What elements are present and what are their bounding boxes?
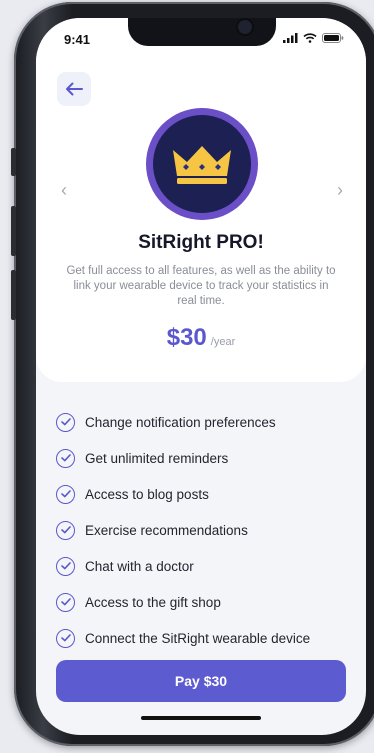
previous-plan-chevron-icon[interactable]: ‹ bbox=[61, 180, 67, 201]
signal-icon bbox=[283, 33, 298, 43]
feature-item: Change notification preferences bbox=[56, 404, 356, 440]
feature-item: Access to the gift shop bbox=[56, 584, 356, 620]
feature-item: Exercise recommendations bbox=[56, 512, 356, 548]
pay-button[interactable]: Pay $30 bbox=[56, 660, 346, 702]
price-row: $30 /year bbox=[36, 324, 366, 352]
home-indicator bbox=[141, 716, 261, 720]
plan-description: Get full access to all features, as well… bbox=[66, 265, 336, 307]
feature-label: Chat with a doctor bbox=[85, 558, 194, 574]
feature-item: Chat with a doctor bbox=[56, 548, 356, 584]
check-circle-icon bbox=[56, 592, 75, 612]
feature-item: Get unlimited reminders bbox=[56, 440, 356, 476]
feature-label: Access to the gift shop bbox=[85, 594, 221, 610]
feature-item: Connect the SitRight wearable device bbox=[56, 620, 356, 656]
feature-label: Exercise recommendations bbox=[85, 522, 248, 538]
status-icons bbox=[283, 33, 344, 43]
check-circle-icon bbox=[56, 520, 75, 540]
crown-icon bbox=[173, 146, 231, 184]
feature-label: Change notification preferences bbox=[85, 414, 276, 430]
check-circle-icon bbox=[56, 412, 75, 432]
arrow-left-icon bbox=[66, 82, 83, 96]
check-circle-icon bbox=[56, 556, 75, 576]
feature-label: Access to blog posts bbox=[85, 486, 209, 502]
check-circle-icon bbox=[56, 484, 75, 504]
status-time: 9:41 bbox=[64, 32, 91, 47]
feature-item: Access to blog posts bbox=[56, 476, 356, 512]
battery-icon bbox=[322, 33, 344, 43]
price: $30 bbox=[166, 324, 207, 351]
plan-title: SitRight PRO! bbox=[138, 232, 264, 253]
check-circle-icon bbox=[56, 628, 75, 648]
side-button bbox=[11, 148, 16, 176]
notch bbox=[128, 18, 276, 46]
screen: 9:41 ‹ › SitRight PRO! Get full access t… bbox=[36, 18, 366, 735]
feature-label: Get unlimited reminders bbox=[85, 450, 229, 466]
price-period: /year bbox=[210, 336, 236, 348]
feature-label: Connect the SitRight wearable device bbox=[85, 630, 311, 646]
check-circle-icon bbox=[56, 448, 75, 468]
volume-up-button bbox=[11, 206, 16, 256]
camera bbox=[238, 20, 252, 34]
feature-list: Change notification preferences Get unli… bbox=[56, 404, 356, 656]
plan-logo bbox=[146, 108, 258, 220]
volume-down-button bbox=[11, 270, 16, 320]
wifi-icon bbox=[303, 33, 317, 43]
back-button[interactable] bbox=[57, 72, 91, 106]
next-plan-chevron-icon[interactable]: › bbox=[337, 180, 343, 201]
